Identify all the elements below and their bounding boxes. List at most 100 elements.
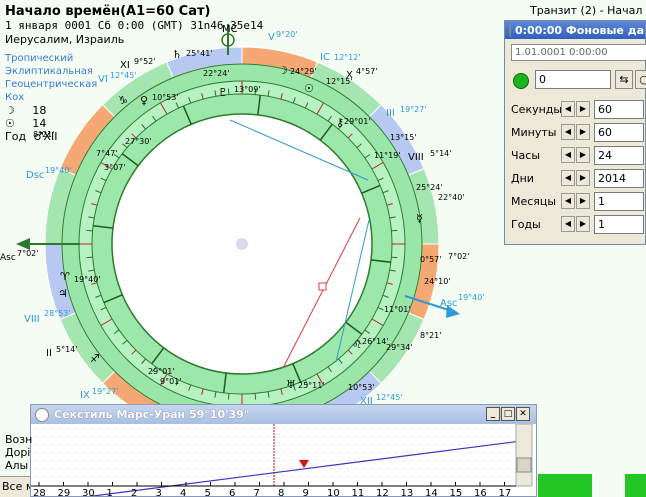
grid-dot (243, 428, 244, 429)
axis-tick-label: 3 (156, 488, 162, 496)
deg-10-53b: 10°53' (348, 383, 375, 392)
grid-dot (435, 460, 436, 461)
grid-dot (299, 436, 300, 437)
house-v-deg: 9°20' (276, 30, 297, 39)
counter-input[interactable]: 0 (535, 70, 611, 89)
capricorn-icon: ♑ (118, 94, 128, 107)
step-right-button[interactable]: ▶ (576, 193, 590, 209)
step-right-button[interactable]: ▶ (576, 216, 590, 232)
deg-19-40: 19°40' (74, 275, 101, 284)
grid-dot (339, 428, 340, 429)
grid-dot (51, 452, 52, 453)
grid-dot (147, 428, 148, 429)
aspect-graph[interactable]: 28 29 30 1 2 3 4 5 6 7 8 9 10 11 12 13 14 15 16 17 (31, 424, 536, 496)
axis-tick-label: 11 (352, 488, 365, 496)
grid-dot (219, 452, 220, 453)
axis-tick-label: 7 (254, 488, 260, 496)
grid-dot (371, 436, 372, 437)
grid-dot (147, 436, 148, 437)
step-row: Дни ◀ ▶ 2014 (505, 169, 646, 189)
grid-dot (387, 476, 388, 477)
swap-button[interactable]: ⇆ (615, 70, 633, 89)
step-left-button[interactable]: ◀ (561, 193, 575, 209)
grid-dot (363, 468, 364, 469)
grid-dot (211, 428, 212, 429)
grid-dot (459, 468, 460, 469)
step-value-input[interactable]: 2014 (594, 169, 644, 188)
grid-dot (347, 444, 348, 445)
step-left-button[interactable]: ◀ (561, 147, 575, 163)
grid-dot (291, 460, 292, 461)
grid-dot (195, 452, 196, 453)
step-value-input[interactable]: 1 (594, 215, 644, 234)
grid-dot (43, 436, 44, 437)
panel-title-bar[interactable]: 0:00:00 Фоновые дан (505, 21, 645, 39)
step-left-button[interactable]: ◀ (561, 101, 575, 117)
degree-tick (227, 88, 230, 95)
grid-dot (475, 428, 476, 429)
deg-10-53: 10°53' (152, 93, 179, 102)
house-iii: III (386, 108, 395, 119)
step-value-input[interactable]: 60 (594, 100, 644, 119)
grid-dot (219, 444, 220, 445)
house-viii: VIII (408, 152, 424, 163)
reset-button[interactable]: ○ (635, 70, 646, 89)
run-indicator-icon[interactable] (513, 73, 529, 89)
graph-scrollbar[interactable] (515, 424, 533, 487)
minimize-button[interactable]: _ (486, 407, 500, 421)
grid-dot (211, 436, 212, 437)
grid-dot (83, 428, 84, 429)
step-value-input[interactable]: 1 (594, 192, 644, 211)
step-right-button[interactable]: ▶ (576, 101, 590, 117)
grid-dot (419, 444, 420, 445)
step-left-button[interactable]: ◀ (561, 170, 575, 186)
grid-dot (315, 468, 316, 469)
step-right-button[interactable]: ▶ (576, 147, 590, 163)
step-right-button[interactable]: ▶ (576, 124, 590, 140)
grid-dot (371, 452, 372, 453)
house-xi-deg: 9°52' (134, 57, 155, 66)
grid-dot (163, 468, 164, 469)
grid-dot (107, 452, 108, 453)
grid-dot (331, 468, 332, 469)
step-right-button[interactable]: ▶ (576, 170, 590, 186)
grid-dot (51, 428, 52, 429)
graph-scroll-thumb[interactable] (516, 457, 532, 473)
house-vi-deg: 12°45' (110, 71, 137, 80)
grid-dot (355, 444, 356, 445)
grid-dot (475, 444, 476, 445)
grid-dot (427, 460, 428, 461)
background-data-panel[interactable]: 0:00:00 Фоновые дан 1.01.0001 0:00:00 0 … (504, 20, 646, 245)
grid-dot (107, 476, 108, 477)
deg-24-29: 24°29' (290, 67, 317, 76)
grid-dot (59, 452, 60, 453)
grid-dot (459, 452, 460, 453)
grid-dot (275, 476, 276, 477)
grid-dot (475, 476, 476, 477)
aspect-graph-window[interactable]: Секстиль Марс-Уран 59°10'39" _ □ ✕ 28 29 3… (30, 404, 537, 497)
grid-dot (155, 436, 156, 437)
maximize-button[interactable]: □ (501, 407, 515, 421)
grid-dot (435, 428, 436, 429)
grid-dot (99, 436, 100, 437)
grid-dot (411, 468, 412, 469)
step-value-input[interactable]: 24 (594, 146, 644, 165)
grid-dot (43, 444, 44, 445)
step-value-input[interactable]: 60 (594, 123, 644, 142)
grid-dot (155, 460, 156, 461)
grid-dot (435, 436, 436, 437)
grid-dot (203, 476, 204, 477)
grid-dot (59, 460, 60, 461)
grid-dot (283, 476, 284, 477)
step-left-button[interactable]: ◀ (561, 124, 575, 140)
date-input[interactable]: 1.01.0001 0:00:00 (511, 44, 646, 61)
axis-tick-label: 30 (82, 488, 95, 496)
grid-dot (371, 444, 372, 445)
grid-dot (491, 460, 492, 461)
step-left-button[interactable]: ◀ (561, 216, 575, 232)
left-label-3: Алы (5, 459, 29, 472)
grid-dot (187, 468, 188, 469)
aspect-window-title-bar[interactable]: Секстиль Марс-Уран 59°10'39" _ □ ✕ (31, 405, 536, 424)
grid-dot (307, 444, 308, 445)
close-button[interactable]: ✕ (516, 407, 530, 421)
